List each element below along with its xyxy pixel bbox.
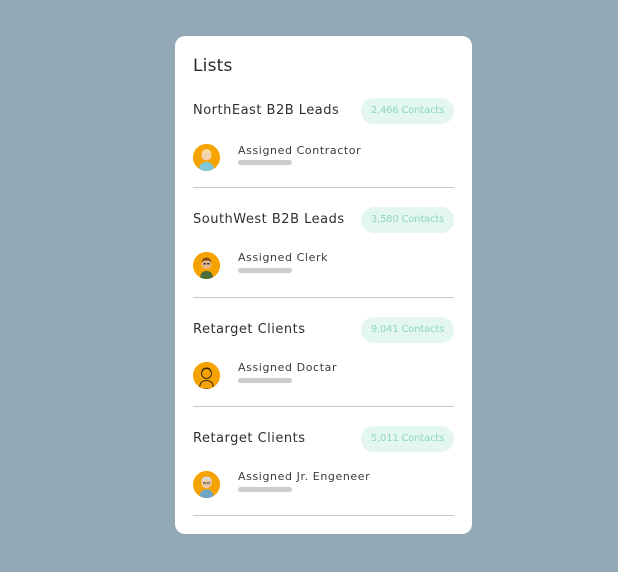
list-item[interactable]: Retarget Clients 5,011 Contacts Assigned… <box>193 407 454 516</box>
list-item[interactable]: SouthWest B2B Leads 3,580 Contacts Assig… <box>193 188 454 298</box>
assignee-label: Assigned Jr. Engeneer <box>238 470 371 483</box>
lists-card: Lists NorthEast B2B Leads 2,466 Contacts… <box>175 36 472 534</box>
engineer-avatar-icon <box>193 471 220 498</box>
progress-bar <box>238 160 292 165</box>
list-item[interactable]: Retarget Clients 9,041 Contacts Assigned… <box>193 298 454 407</box>
list-item[interactable]: NorthEast B2B Leads 2,466 Contacts Assig… <box>193 78 454 188</box>
list-name[interactable]: Retarget Clients <box>193 322 306 337</box>
list-name[interactable]: Retarget Clients <box>193 431 306 446</box>
clerk-avatar-icon <box>193 252 220 279</box>
list-name[interactable]: NorthEast B2B Leads <box>193 103 339 118</box>
progress-bar <box>238 487 292 492</box>
contacts-badge: 3,580 Contacts <box>360 207 454 233</box>
card-title: Lists <box>193 56 233 76</box>
progress-bar <box>238 268 292 273</box>
assignee-label: Assigned Clerk <box>238 251 329 264</box>
contractor-avatar-icon <box>193 144 220 171</box>
progress-bar <box>238 378 292 383</box>
assignee-label: Assigned Doctar <box>238 361 338 374</box>
doctor-avatar-icon <box>193 362 220 389</box>
assignee-label: Assigned Contractor <box>238 144 362 157</box>
list-name[interactable]: SouthWest B2B Leads <box>193 212 345 227</box>
contacts-badge: 5,011 Contacts <box>360 426 454 452</box>
contacts-badge: 9,041 Contacts <box>360 317 454 343</box>
contacts-badge: 2,466 Contacts <box>360 98 454 124</box>
